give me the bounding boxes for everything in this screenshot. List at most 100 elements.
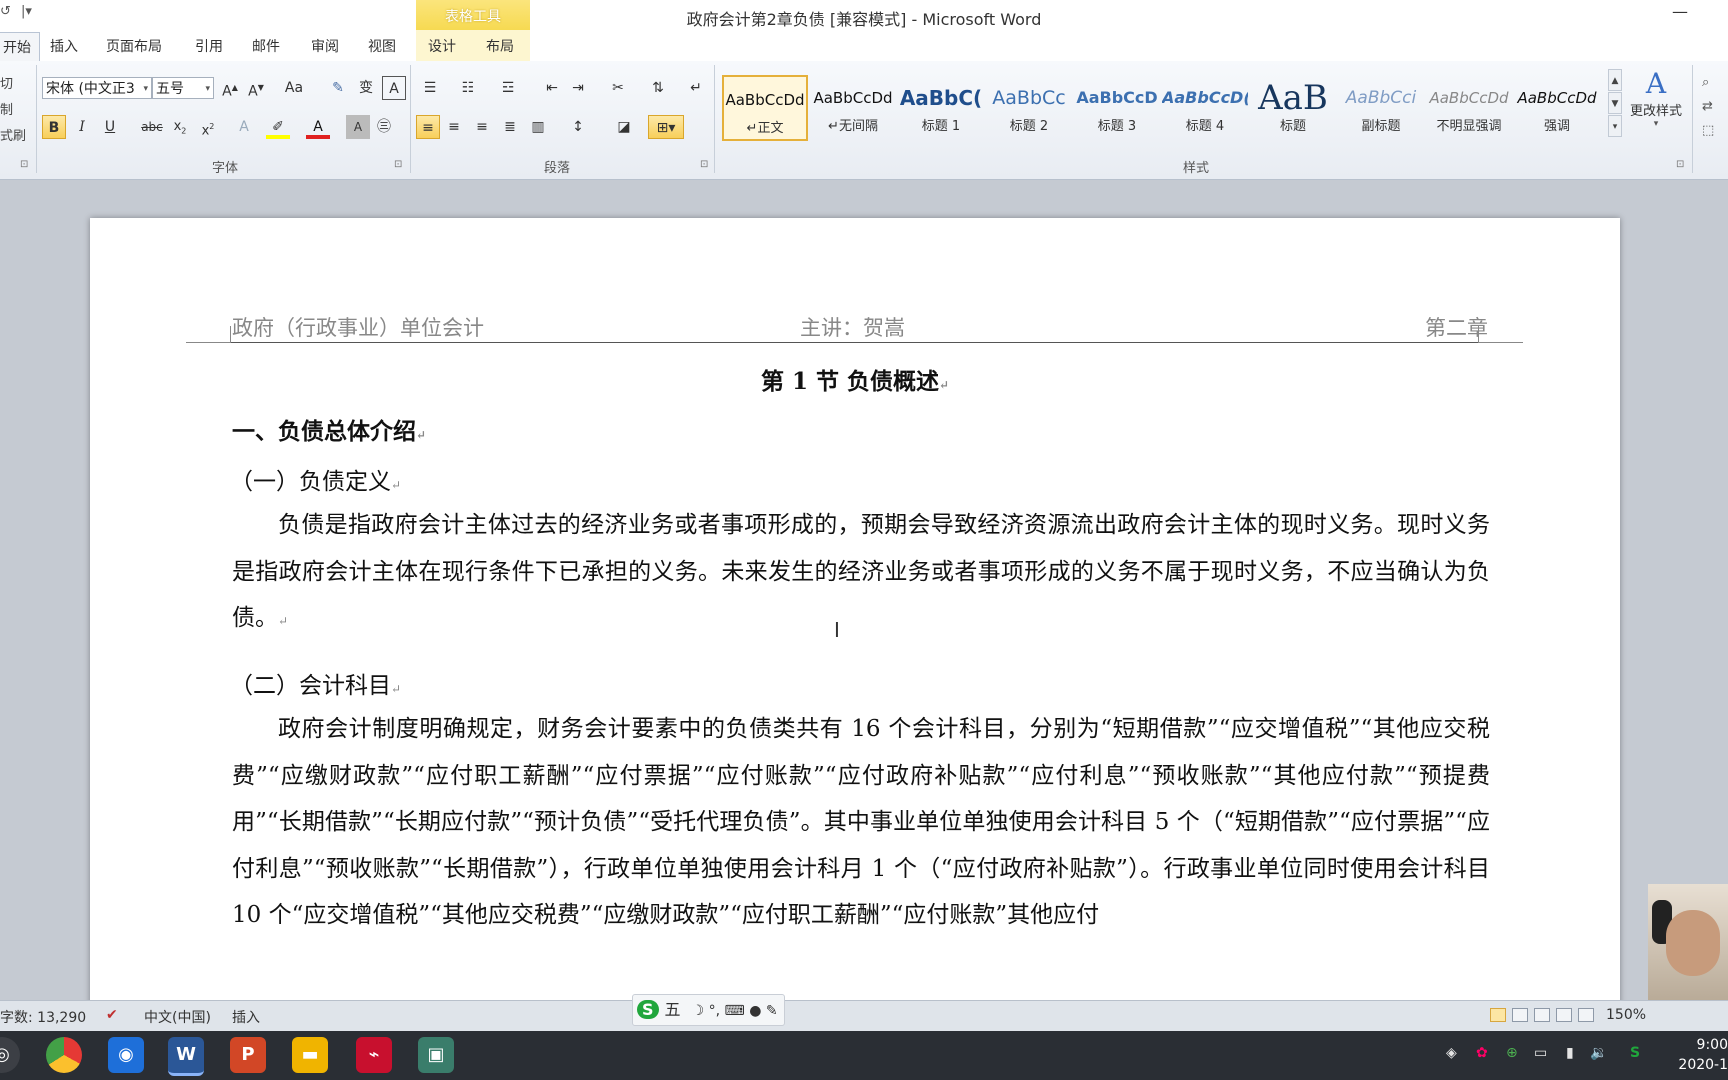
powerpoint-icon[interactable]: P [230,1037,266,1073]
tray-plus-icon[interactable]: ⊕ [1506,1045,1518,1061]
sort-icon[interactable]: ⇅ [646,76,670,100]
editing-group-icons[interactable]: ⌕ ⇄ ⬚ [1702,71,1714,143]
zoom-level[interactable]: 150% [1606,1007,1646,1023]
superscript-button[interactable]: x2 [196,115,220,139]
chrome-icon[interactable] [46,1037,82,1073]
start-button-icon[interactable]: ◎ [0,1037,20,1073]
distributed-button[interactable]: ▥ [526,115,550,139]
ime-mode[interactable]: 五 [665,1000,681,1019]
decrease-indent-icon[interactable]: ⇤ [540,76,564,100]
font-launcher-icon[interactable]: ⊡ [394,159,402,170]
outline-view-button[interactable] [1556,1008,1572,1022]
style-heading-3[interactable]: AaBbCcD 标题 3 [1074,75,1160,141]
ime-tool-icons[interactable]: ☽ °, ⌨ ● ✎ [692,1003,778,1019]
align-left-button[interactable]: ≡ [416,115,440,139]
tab-home[interactable]: 开始 [0,32,40,63]
text-effects-icon[interactable]: A [232,115,256,139]
gallery-up-button[interactable]: ▲ [1608,69,1622,91]
tab-table-layout[interactable]: 布局 [486,36,514,56]
taskbar-clock[interactable]: 9:00 2020-1 [1664,1035,1728,1075]
character-border-icon[interactable]: A [382,76,406,100]
styles-group-label: 样式 [1182,161,1209,176]
justify-button[interactable]: ≣ [498,115,522,139]
bold-button[interactable]: B [42,115,66,139]
proofing-icon[interactable]: ✔ [106,1007,118,1023]
strikethrough-button[interactable]: abc [140,115,164,139]
tab-review[interactable]: 审阅 [311,36,339,56]
style-normal[interactable]: AaBbCcDd ↵正文 [722,75,808,141]
insert-mode[interactable]: 插入 [232,1007,260,1027]
web-layout-button[interactable] [1534,1008,1550,1022]
language-status[interactable]: 中文(中国) [144,1007,211,1027]
style-title[interactable]: AaB 标题 [1250,75,1336,141]
tab-table-design[interactable]: 设计 [428,36,456,56]
ime-toolbar[interactable]: S五 ☽ °, ⌨ ● ✎ [632,994,785,1026]
pdf-reader-icon[interactable]: ⌁ [356,1037,392,1073]
draft-view-button[interactable] [1578,1008,1594,1022]
multilevel-list-icon[interactable]: ☲ [496,76,520,100]
header-rule [230,342,1478,343]
browser-icon[interactable]: ◉ [108,1037,144,1073]
copy-button[interactable]: 制 [0,99,13,118]
italic-button[interactable]: I [70,115,94,139]
tab-insert[interactable]: 插入 [50,36,78,56]
document-page[interactable]: 政府（行政事业）单位会计 主讲：贺嵩 第二章 第 1 节 负债概述↵ 一、负债总… [90,218,1620,1000]
tab-references[interactable]: 引用 [195,36,223,56]
network-icon[interactable]: ▭ [1534,1045,1547,1061]
line-spacing-icon[interactable]: ↕ [566,115,590,139]
align-right-button[interactable]: ≡ [470,115,494,139]
styles-launcher-icon[interactable]: ⊡ [1676,159,1684,170]
phonetic-guide-icon[interactable]: 变 [354,76,378,100]
style-subtitle[interactable]: AaBbCci 副标题 [1338,75,1424,141]
style-subtle-emphasis[interactable]: AaBbCcDd 不明显强调 [1426,75,1512,141]
shading-icon[interactable]: ◪ [612,115,636,139]
cut-button[interactable]: 切 [0,73,13,92]
change-styles-button[interactable]: A 更改样式 ▾ [1626,67,1686,147]
tray-flower-icon[interactable]: ✿ [1476,1045,1488,1061]
app-window-icon[interactable]: ▣ [418,1037,454,1073]
font-color-icon[interactable]: A [306,115,330,139]
gallery-more-button[interactable]: ▾ [1608,115,1622,137]
volume-icon[interactable]: 🔉 [1590,1045,1607,1061]
change-case-button[interactable]: Aa [282,76,306,100]
chevron-down-icon: ▾ [143,84,148,94]
font-size-box[interactable]: 五号 ▾ [152,77,214,99]
subscript-button[interactable]: x2 [168,115,192,139]
chinese-layout-icon[interactable]: ✂ [606,76,630,100]
style-emphasis[interactable]: AaBbCcDd 强调 [1514,75,1600,141]
increase-indent-icon[interactable]: ⇥ [566,76,590,100]
minimize-button[interactable]: — [1672,2,1688,21]
bullets-icon[interactable]: ☰ [418,76,442,100]
word-count[interactable]: 字数: 13,290 [0,1007,86,1027]
font-name-box[interactable]: 宋体 (中文正3 ▾ [42,77,152,99]
style-heading-2[interactable]: AaBbCc 标题 2 [986,75,1072,141]
word-app-icon[interactable]: W [168,1037,204,1076]
tab-view[interactable]: 视图 [368,36,396,56]
full-screen-reading-button[interactable] [1512,1008,1528,1022]
character-shading-icon[interactable]: A [346,115,370,139]
file-explorer-icon[interactable]: ▬ [292,1037,328,1073]
gallery-down-button[interactable]: ▼ [1608,92,1622,114]
borders-button[interactable]: ⊞▾ [648,115,684,139]
tray-app-icon[interactable]: ◈ [1446,1045,1457,1061]
grow-font-button[interactable]: A▲ [218,76,242,100]
align-center-button[interactable]: ≡ [442,115,466,139]
microphone-icon[interactable]: ▮ [1566,1045,1574,1061]
sogou-tray-icon[interactable]: S [1630,1045,1640,1061]
numbering-icon[interactable]: ☷ [456,76,480,100]
tab-page-layout[interactable]: 页面布局 [106,36,162,56]
clear-formatting-icon[interactable]: ✎ [326,76,350,100]
shrink-font-button[interactable]: A▼ [244,76,268,100]
paragraph-launcher-icon[interactable]: ⊡ [700,159,708,170]
underline-button[interactable]: U [98,115,122,139]
enclose-characters-icon[interactable]: ㊂ [372,115,396,139]
style-no-spacing[interactable]: AaBbCcDd ↵无间隔 [810,75,896,141]
print-layout-view-button[interactable] [1490,1008,1506,1022]
tab-mailings[interactable]: 邮件 [252,36,280,56]
style-heading-4[interactable]: AaBbCcD( 标题 4 [1162,75,1248,141]
highlight-icon[interactable]: ✐ [266,115,290,139]
style-heading-1[interactable]: AaBbC( 标题 1 [898,75,984,141]
format-painter-button[interactable]: 式刷 [0,125,26,144]
clipboard-launcher-icon[interactable]: ⊡ [20,159,28,170]
show-marks-icon[interactable]: ↵ [684,76,708,100]
